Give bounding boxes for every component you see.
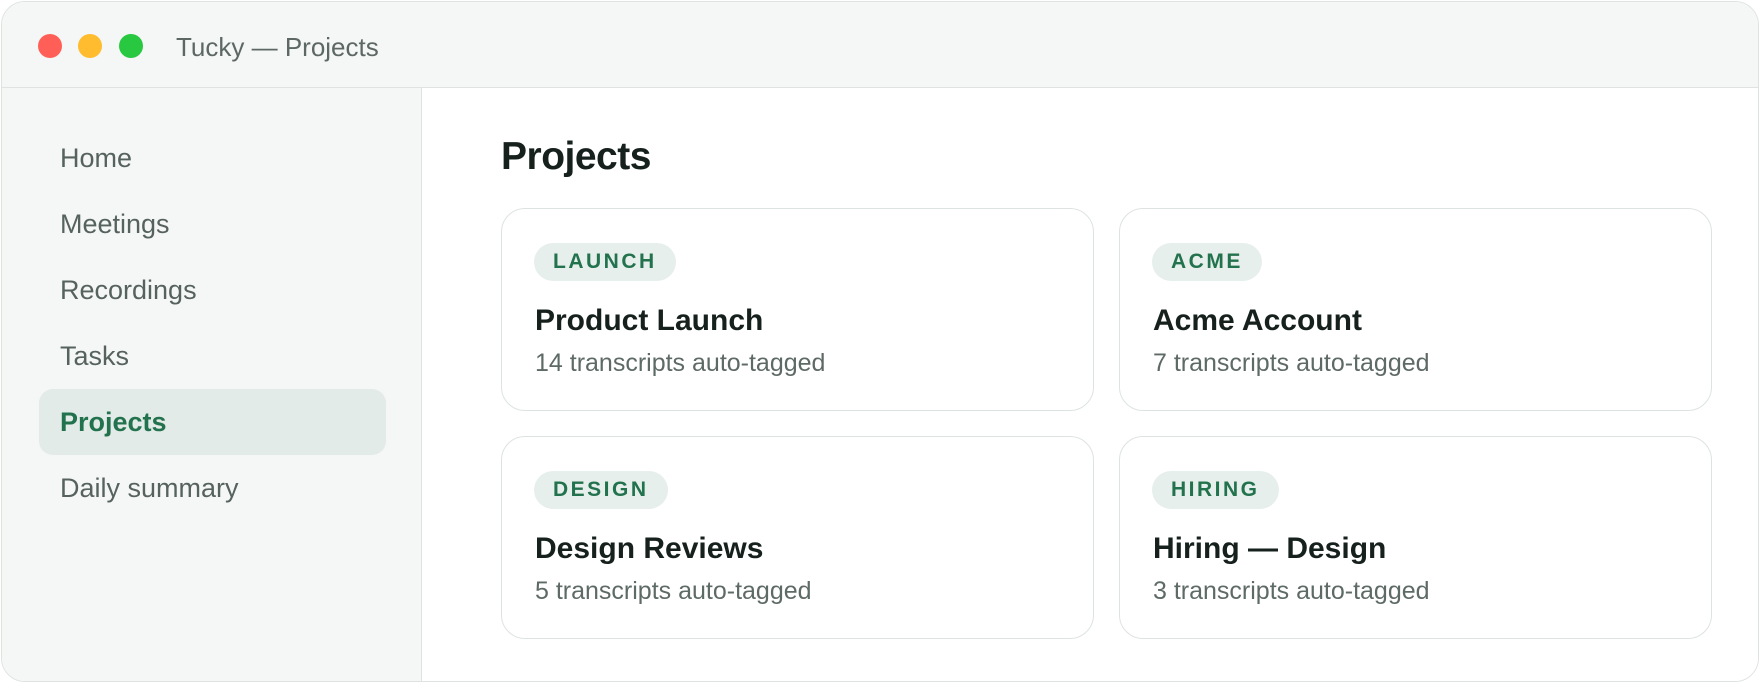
sidebar-item-meetings[interactable]: Meetings [39,191,386,257]
project-name: Product Launch [535,304,764,337]
window-title: Tucky — Projects [176,32,379,62]
project-tag: DESIGN [534,471,668,509]
sidebar: Home Meetings Recordings Tasks Projects … [2,88,422,681]
project-tag: HIRING [1152,471,1279,509]
project-tag: LAUNCH [534,243,676,281]
sidebar-item-home[interactable]: Home [39,125,386,191]
minimize-window-button[interactable] [78,34,102,58]
project-name: Hiring — Design [1153,532,1387,565]
sidebar-item-tasks[interactable]: Tasks [39,323,386,389]
title-bar: Tucky — Projects [2,2,1758,88]
close-window-button[interactable] [38,34,62,58]
project-card-design[interactable]: DESIGN Design Reviews 5 transcripts auto… [501,436,1094,639]
project-name: Acme Account [1153,304,1362,337]
project-card-launch[interactable]: LAUNCH Product Launch 14 transcripts aut… [501,208,1094,411]
project-card-acme[interactable]: ACME Acme Account 7 transcripts auto-tag… [1119,208,1712,411]
project-card-hiring[interactable]: HIRING Hiring — Design 3 transcripts aut… [1119,436,1712,639]
page-title: Projects [501,135,651,178]
sidebar-item-recordings[interactable]: Recordings [39,257,386,323]
project-tag: ACME [1152,243,1262,281]
project-name: Design Reviews [535,532,764,565]
project-transcript-count: 5 transcripts auto-tagged [535,577,812,605]
sidebar-item-projects[interactable]: Projects [39,389,386,455]
project-transcript-count: 14 transcripts auto-tagged [535,349,826,377]
sidebar-item-daily-summary[interactable]: Daily summary [39,455,386,521]
app-window: Tucky — Projects Home Meetings Recording… [1,1,1759,682]
zoom-window-button[interactable] [119,34,143,58]
project-transcript-count: 3 transcripts auto-tagged [1153,577,1430,605]
project-transcript-count: 7 transcripts auto-tagged [1153,349,1430,377]
main-content: Projects LAUNCH Product Launch 14 transc… [423,88,1758,681]
